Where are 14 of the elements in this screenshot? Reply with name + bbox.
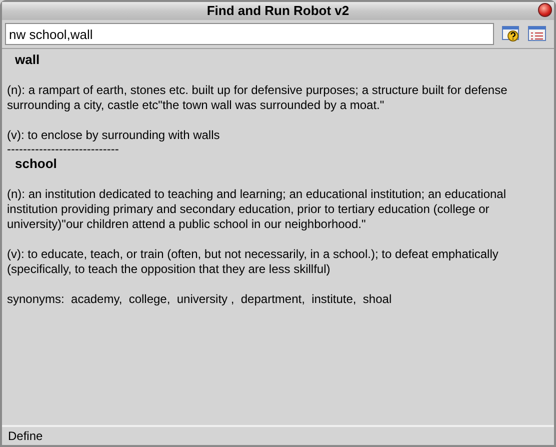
definition-text: (v): to educate, teach, or train (often, but not necessarily, in a school.); to defeat emphatically (specifically, to teach the opposition that they are less skillful): [7, 247, 500, 277]
search-field[interactable]: nw school,wall: [5, 23, 494, 45]
status-text: Define: [8, 428, 43, 445]
separator-text: ----------------------------: [7, 142, 120, 156]
definition-text: (n): an institution dedicated to teaching and learning; an educational institution; an educational institution providing primary and secondary education, prior to tertiary education (college or university)"our children attend a public school in our neighborhood.": [7, 187, 508, 232]
entry-word: wall: [14, 52, 41, 68]
help-icon[interactable]: [502, 26, 520, 42]
close-button[interactable]: [538, 3, 552, 17]
list-icon[interactable]: [528, 26, 546, 42]
definition-text: (n): a rampart of earth, stones etc. built up for defensive purposes; a structure built for defense surrounding a city, castle etc"the town wall was surrounded by a moat.": [7, 83, 508, 113]
window-title: Find and Run Robot v2: [206, 2, 350, 20]
entry-word: school: [14, 156, 58, 172]
definition-text: (v): to enclose by surrounding with walls: [7, 128, 221, 143]
synonyms-text: synonyms: academy, college, university , department, institute, shoal: [7, 292, 393, 307]
